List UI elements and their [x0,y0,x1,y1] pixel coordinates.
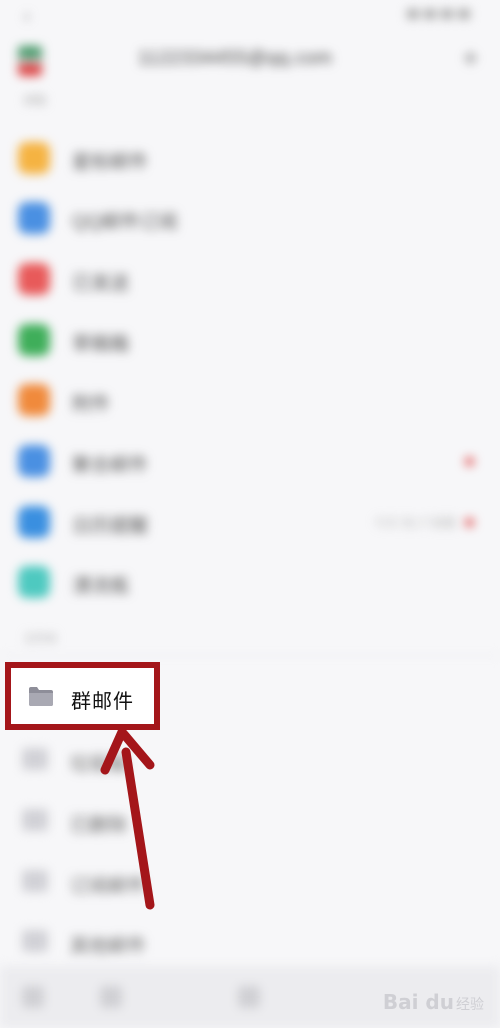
draft-icon [18,324,50,356]
folder-icon [29,687,53,706]
menu-item-label: QQ邮件订阅 [72,212,178,233]
menu-item-label: 草稿箱 [72,334,130,355]
send-icon [18,263,50,295]
edit-icon[interactable] [100,986,122,1008]
unread-dot [465,518,474,527]
divider [0,655,500,656]
menu-item-drift-bottle[interactable]: 漂流瓶 [0,558,500,606]
contacts-icon[interactable] [238,986,260,1008]
menu-item-label: 聚合邮件 [72,455,149,476]
subscription-icon [18,202,50,234]
menu-item-drafts[interactable]: 草稿箱 [0,316,500,364]
folder-item-group-mail[interactable]: 群邮件 [5,662,160,730]
battery-icon [441,9,453,19]
folder-item-label: 群邮件 [71,689,134,713]
wifi-icon [424,9,436,19]
status-bar: ‹ [0,0,500,30]
signal-icon [407,9,419,19]
watermark-subtext: 经验 [456,997,484,1013]
bottle-icon [18,566,50,598]
folder-item-label: 垃圾箱 [70,754,128,775]
section-label-mailbox: 邮箱 [24,95,46,107]
settings-icon[interactable] [22,986,44,1008]
menu-item-sent[interactable]: 已发送 [0,255,500,303]
folder-icon [22,870,48,892]
account-email: 1122334455@qq.com [138,48,333,69]
menu-item-starred[interactable]: 星标邮件 [0,134,500,182]
menu-item-subscription[interactable]: QQ邮件订阅 [0,194,500,242]
aggregate-icon [18,445,50,477]
calendar-icon [18,506,50,538]
menu-item-attachments[interactable]: 附件 [0,376,500,424]
folder-item-subscriptions[interactable]: 订阅邮件 [0,858,500,906]
menu-item-label: 星标邮件 [72,152,149,173]
watermark-logo: Bai du 经验 [383,990,484,1014]
folder-item-trash[interactable]: 垃圾箱 [0,736,500,784]
menu-item-aggregated[interactable]: 聚合邮件 [0,437,500,485]
watermark-text: Bai du [382,990,454,1014]
clock-icon [458,9,470,19]
star-icon [18,142,50,174]
blurred-background: ‹ 1122334455@qq.com + 邮箱 星标邮件 QQ邮件订阅 已发送… [0,0,500,1028]
avatar[interactable] [18,46,42,76]
status-icons [407,9,470,19]
account-header[interactable]: 1122334455@qq.com + [0,40,500,84]
menu-item-label: 附件 [72,394,111,415]
menu-item-subtext: 今天 有1个提醒 [373,516,456,530]
menu-item-label: 已发送 [72,273,130,294]
folder-icon [22,748,48,770]
unread-dot [465,457,474,466]
back-icon[interactable]: ‹ [24,6,30,27]
attachment-icon [18,384,50,416]
section-label-folders: 文件夹 [24,633,57,645]
menu-item-label: 漂流瓶 [72,576,130,597]
menu-item-calendar[interactable]: 日历提醒 今天 有1个提醒 [0,498,500,546]
folder-item-label: 已删除 [70,815,128,836]
folder-item-label: 订阅邮件 [70,876,147,897]
add-account-icon[interactable]: + [463,43,478,74]
folder-item-deleted[interactable]: 已删除 [0,797,500,845]
folder-icon [22,930,48,952]
menu-item-label: 日历提醒 [72,516,149,537]
folder-icon [22,809,48,831]
folder-item-label: 其他邮件 [70,936,147,957]
folder-item-other[interactable]: 其他邮件 [0,918,500,966]
